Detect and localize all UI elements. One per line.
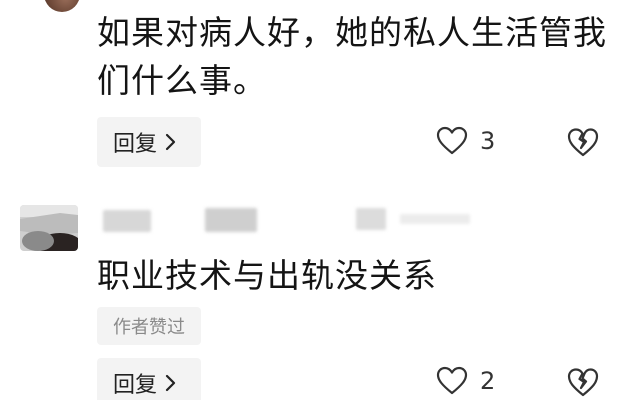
reply-label: 回复	[113, 132, 158, 157]
meta-redacted	[400, 214, 470, 224]
broken-heart-icon[interactable]	[566, 366, 600, 398]
reply-button[interactable]: 回复	[97, 358, 201, 400]
avatar-image	[20, 205, 78, 251]
like-count: 3	[480, 127, 496, 155]
broken-heart-icon[interactable]	[566, 126, 600, 158]
comment-text: 职业技术与出轨没关系	[97, 256, 437, 295]
meta-redacted	[356, 208, 386, 230]
username-redacted	[205, 208, 257, 232]
author-liked-badge: 作者赞过	[97, 307, 201, 345]
reply-button[interactable]: 回复	[97, 117, 201, 167]
comment-feed: 如果对病人好，她的私人生活管我们什么事。 回复 3 职业技术与出轨没关系 作者赞…	[0, 0, 640, 400]
like-button[interactable]: 3	[436, 126, 495, 156]
user-avatar[interactable]	[20, 205, 78, 251]
like-button[interactable]: 2	[436, 366, 495, 396]
comment-text: 如果对病人好，她的私人生活管我们什么事。	[97, 13, 607, 100]
heart-outline-icon	[436, 366, 468, 395]
chevron-right-icon	[165, 133, 176, 151]
like-count: 2	[480, 367, 496, 395]
user-avatar[interactable]	[44, 0, 80, 12]
heart-outline-icon	[436, 126, 468, 155]
username-redacted	[103, 210, 151, 232]
chevron-right-icon	[165, 374, 176, 392]
reply-label: 回复	[113, 373, 158, 398]
